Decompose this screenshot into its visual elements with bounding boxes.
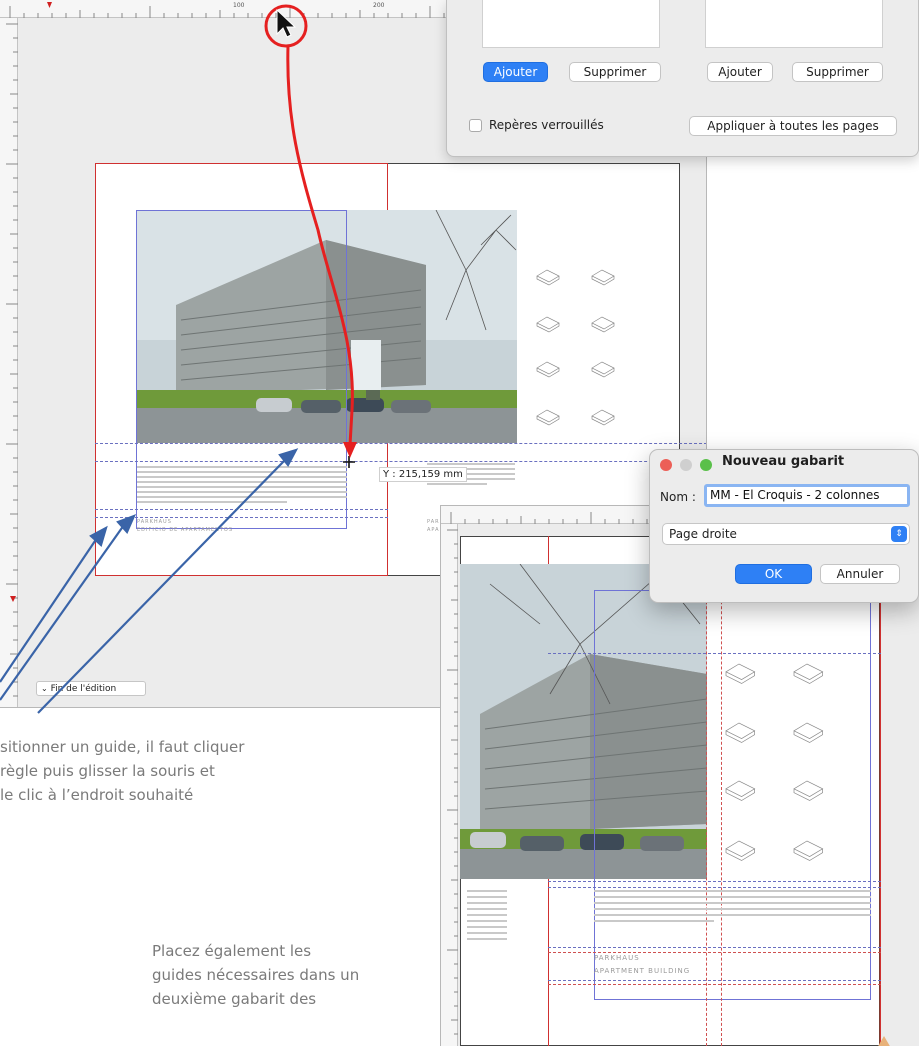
guide-line[interactable] <box>95 509 388 510</box>
ok-button[interactable]: OK <box>735 564 812 584</box>
guide-line[interactable] <box>548 881 881 882</box>
instruction-line: guides nécessaires dans un <box>152 966 360 984</box>
instruction-line: sitionner un guide, il faut cliquer <box>0 738 245 756</box>
instruction-line: deuxième gabarit des <box>152 990 317 1008</box>
guide-line[interactable] <box>548 984 881 985</box>
body-text-line <box>427 483 487 485</box>
chevron-down-icon: ⌄ <box>41 684 48 693</box>
body-text-line <box>137 491 347 493</box>
body-text-line <box>467 896 507 898</box>
page-type-select[interactable]: Page droite ⇕ <box>662 523 910 545</box>
body-text-line <box>594 902 871 904</box>
body-text-line <box>594 896 871 898</box>
body-text-line <box>594 920 714 922</box>
page-caption: EDIFICIO DE APARTAMENTOS <box>137 527 234 533</box>
select-arrows-icon: ⇕ <box>891 526 907 542</box>
body-text-line <box>137 466 347 468</box>
body-text-line <box>137 476 347 478</box>
instruction-text: sitionner un guide, il faut cliquer règl… <box>0 735 244 807</box>
axonometric-diagram <box>536 316 560 333</box>
move-cursor-icon <box>343 456 355 468</box>
page-caption: APARTMENT BUILDING <box>594 967 691 975</box>
axonometric-diagram <box>591 361 615 378</box>
body-text-line <box>594 890 871 892</box>
guides-panel: Ajouter Supprimer Ajouter Supprimer Repè… <box>446 0 919 157</box>
axonometric-diagram <box>591 316 615 333</box>
body-text-line <box>467 932 507 934</box>
guide-line[interactable] <box>548 887 881 888</box>
guide-line[interactable] <box>548 653 881 654</box>
dialog-title: Nouveau gabarit <box>722 454 845 469</box>
guide-line[interactable] <box>95 461 706 462</box>
lock-guides-label: Repères verrouillés <box>489 118 604 132</box>
body-text-line <box>427 463 515 465</box>
column-guide-frame <box>594 590 871 1000</box>
guide-line[interactable] <box>548 980 881 981</box>
horizontal-guides-list[interactable] <box>482 0 660 48</box>
axonometric-diagram <box>536 361 560 378</box>
cancel-button[interactable]: Annuler <box>820 564 900 584</box>
body-text-line <box>467 920 507 922</box>
guide-line[interactable] <box>548 947 881 948</box>
body-text-line <box>137 481 347 483</box>
end-edit-button[interactable]: ⌄ Fin de l'édition <box>36 681 146 696</box>
margin-guide <box>721 536 722 1046</box>
end-edit-label: Fin de l'édition <box>50 684 117 694</box>
delete-guide-button[interactable]: Supprimer <box>569 62 661 82</box>
margin-guide <box>706 536 707 1046</box>
page-caption: PARKHAUS <box>137 519 172 525</box>
body-text-line <box>467 890 507 892</box>
body-text-line <box>137 496 347 498</box>
body-text-line <box>137 501 287 503</box>
axonometric-diagram <box>591 409 615 426</box>
page-corner-icon <box>878 1036 890 1046</box>
minimize-window-button[interactable] <box>680 459 692 471</box>
instruction-line: règle puis glisser la souris et <box>0 762 215 780</box>
body-text-line <box>467 908 507 910</box>
close-window-button[interactable] <box>660 459 672 471</box>
coordinate-tooltip: Y : 215,159 mm <box>379 467 467 482</box>
body-text-line <box>594 908 871 910</box>
axonometric-diagram <box>536 269 560 286</box>
body-text-line <box>594 914 871 916</box>
body-text-line <box>467 938 507 940</box>
vertical-guides-list[interactable] <box>705 0 883 48</box>
instruction-line: le clic à l’endroit souhaité <box>0 786 194 804</box>
body-text-line <box>137 486 347 488</box>
body-text-line <box>467 926 507 928</box>
guide-line[interactable] <box>95 517 388 518</box>
add-guide-button[interactable]: Ajouter <box>707 62 773 82</box>
body-text-line <box>467 902 507 904</box>
new-master-dialog: Nouveau gabarit Nom : MM - El Croquis - … <box>649 449 919 603</box>
page-type-value: Page droite <box>669 527 737 541</box>
instruction-line: Placez également les <box>152 942 312 960</box>
apply-all-pages-button[interactable]: Appliquer à toutes les pages <box>689 116 897 136</box>
guide-line[interactable] <box>548 952 881 953</box>
body-text-line <box>137 471 347 473</box>
page-caption: PARKHAUS <box>594 954 640 962</box>
lock-guides-checkbox[interactable] <box>469 119 482 132</box>
axonometric-diagram <box>591 269 615 286</box>
name-label: Nom : <box>660 490 696 504</box>
zoom-window-button[interactable] <box>700 459 712 471</box>
body-text-line <box>467 914 507 916</box>
axonometric-diagram <box>536 409 560 426</box>
delete-guide-button[interactable]: Supprimer <box>792 62 883 82</box>
instruction-text-2: Placez également les guides nécessaires … <box>152 939 359 1011</box>
name-input[interactable]: MM - El Croquis - 2 colonnes <box>704 484 910 507</box>
guide-line[interactable] <box>95 443 706 444</box>
add-guide-button[interactable]: Ajouter <box>483 62 548 82</box>
